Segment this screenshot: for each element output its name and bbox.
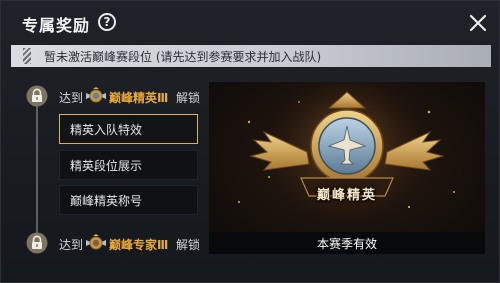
reward-elite-join-effect[interactable]: 精英入队特效	[59, 114, 198, 144]
tier2-unlock-label: 解锁	[176, 238, 201, 252]
lock-icon	[26, 232, 48, 254]
timeline-line	[36, 105, 38, 233]
tier1-unlock-label: 解锁	[176, 91, 201, 105]
reward-label: 精英段位展示	[70, 158, 143, 173]
reward-peak-elite-title[interactable]: 巅峰精英称号	[59, 185, 198, 215]
tier2-rank-name: 巅峰专家Ⅲ	[109, 238, 169, 252]
status-banner-text: 暂未激活巅峰赛段位 (请先达到参赛要求并加入战队)	[44, 50, 322, 64]
reward-panel: 专属奖励 ? 暂未激活巅峰赛段位 (请先达到参赛要求并加入战队) 达到 巅峰精英…	[0, 0, 500, 283]
close-icon[interactable]	[469, 14, 487, 32]
tier1-rank-name: 巅峰精英Ⅲ	[109, 91, 169, 105]
status-banner: 暂未激活巅峰赛段位 (请先达到参赛要求并加入战队)	[11, 45, 491, 67]
panel-header: 专属奖励 ?	[1, 1, 500, 43]
lock-icon	[26, 85, 48, 107]
reward-label: 精英入队特效	[70, 122, 143, 137]
elite-badge-illustration	[238, 82, 455, 232]
reward-preview: 巅峰精英	[209, 82, 485, 254]
help-glyph: ?	[103, 15, 111, 29]
reward-label: 巅峰精英称号	[70, 193, 143, 208]
expert-rank-emblem-icon	[86, 234, 106, 250]
tier1-reach-label: 达到	[59, 91, 84, 105]
tier2-reach-label: 达到	[59, 238, 84, 252]
badge-rank-label: 巅峰精英	[316, 188, 377, 203]
elite-rank-emblem-icon	[86, 87, 106, 103]
help-icon[interactable]: ?	[98, 13, 116, 31]
preview-caption: 本赛季有效	[209, 232, 485, 254]
panel-title: 专属奖励	[22, 16, 91, 35]
reward-elite-rank-display[interactable]: 精英段位展示	[59, 150, 198, 180]
banner-stripe-decoration	[23, 48, 31, 64]
